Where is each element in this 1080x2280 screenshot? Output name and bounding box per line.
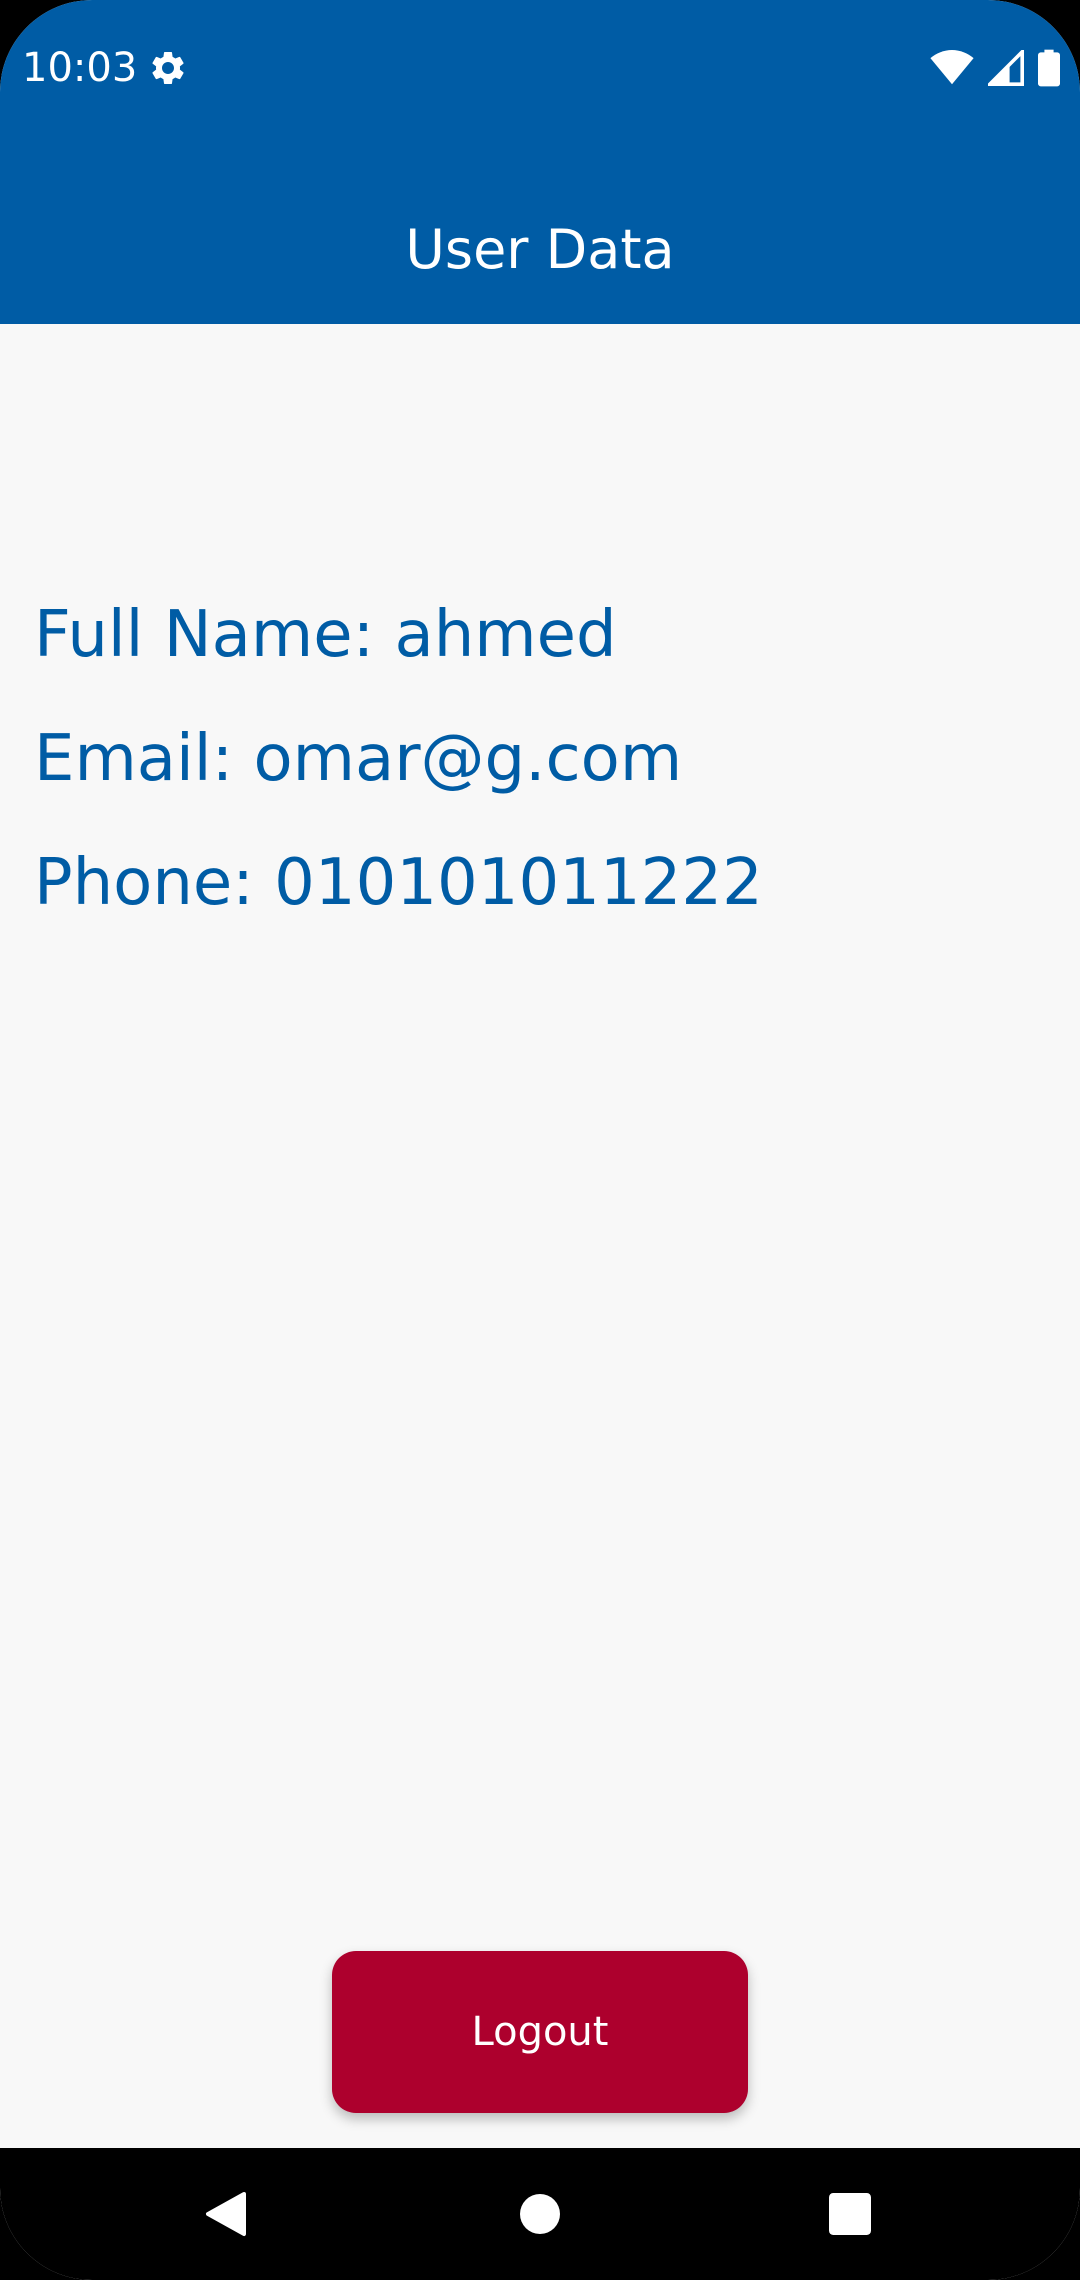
email-text: Email: omar@g.com — [34, 722, 683, 796]
battery-icon — [1038, 49, 1060, 87]
navigation-bar — [0, 2148, 1080, 2280]
user-details: Full Name: ahmed Email: omar@g.com Phone… — [0, 324, 1080, 2148]
recents-icon[interactable] — [790, 2148, 910, 2280]
page-title: User Data — [405, 218, 675, 281]
logout-button[interactable]: Logout — [332, 1951, 748, 2113]
full-name-text: Full Name: ahmed — [34, 598, 617, 672]
settings-icon — [148, 48, 188, 88]
app-header: 10:03 User Data — [0, 0, 1080, 324]
status-bar: 10:03 — [0, 0, 1080, 136]
back-icon[interactable] — [166, 2148, 286, 2280]
phone-text: Phone: 010101011222 — [34, 846, 763, 920]
status-indicators — [930, 48, 1060, 88]
status-time: 10:03 — [22, 45, 138, 91]
home-icon[interactable] — [480, 2148, 600, 2280]
wifi-icon — [930, 50, 974, 86]
signal-icon — [988, 50, 1024, 86]
device-screen: 10:03 User Data Full Name: ahmed Email: … — [0, 0, 1080, 2280]
